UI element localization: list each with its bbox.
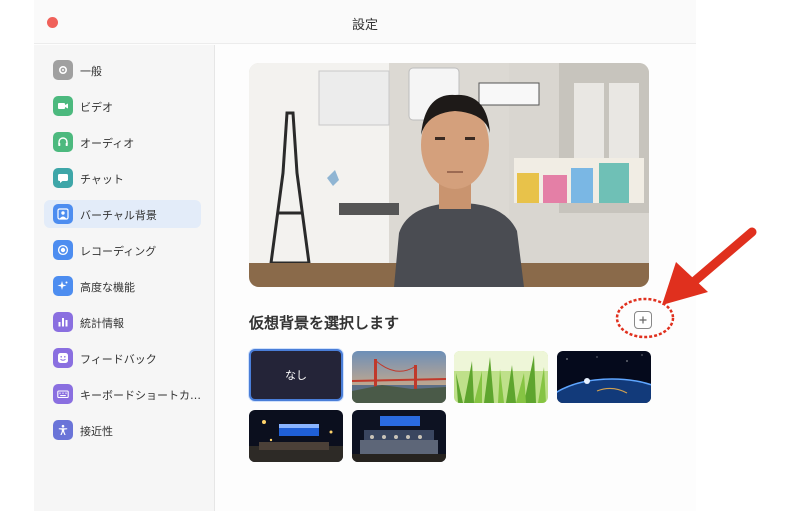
sidebar-item-advanced[interactable]: 高度な機能 bbox=[44, 272, 201, 300]
sidebar-item-virtual-background[interactable]: バーチャル背景 bbox=[44, 200, 201, 228]
video-camera-icon bbox=[53, 96, 73, 116]
sidebar-item-label: 一般 bbox=[80, 65, 102, 78]
sidebar-item-audio[interactable]: オーディオ bbox=[44, 128, 201, 156]
accessibility-icon bbox=[53, 420, 73, 440]
sidebar-item-video[interactable]: ビデオ bbox=[44, 92, 201, 120]
chat-bubble-icon bbox=[53, 168, 73, 188]
window-title: 設定 bbox=[351, 18, 378, 33]
person-background-icon bbox=[53, 204, 73, 224]
sidebar-item-statistics[interactable]: 統計情報 bbox=[44, 308, 201, 336]
sidebar-item-chat[interactable]: チャット bbox=[44, 164, 201, 192]
sidebar-item-keyboard-shortcuts[interactable]: キーボードショートカ… bbox=[44, 380, 201, 408]
sidebar-item-feedback[interactable]: フィードバック bbox=[44, 344, 201, 372]
title-bar: 設定 bbox=[34, 0, 696, 44]
headphones-icon bbox=[53, 132, 73, 152]
sidebar-item-label: ビデオ bbox=[80, 101, 113, 114]
main-panel: 仮想背景を選択します なし bbox=[216, 45, 696, 511]
background-option-earth[interactable] bbox=[557, 351, 651, 403]
sidebar-item-label: 高度な機能 bbox=[80, 281, 135, 294]
sidebar-item-general[interactable]: 一般 bbox=[44, 56, 201, 84]
choose-background-heading: 仮想背景を選択します bbox=[249, 314, 400, 332]
sidebar-item-label: チャット bbox=[80, 173, 124, 186]
sidebar-item-label: レコーディング bbox=[80, 245, 157, 258]
plus-square-icon bbox=[639, 316, 647, 324]
add-background-button[interactable] bbox=[634, 311, 652, 329]
background-option-grass[interactable] bbox=[454, 351, 548, 403]
sidebar-item-label: キーボードショートカ… bbox=[80, 389, 201, 402]
sidebar-item-label: 統計情報 bbox=[80, 317, 124, 330]
camera-preview bbox=[249, 63, 649, 287]
sidebar-item-label: 接近性 bbox=[80, 425, 113, 438]
settings-window: 設定 一般 ビデオ オーディオ チャット バーチャル背景 レコーディング 高度な… bbox=[34, 0, 696, 511]
keyboard-icon bbox=[53, 384, 73, 404]
background-option-night-event-1[interactable] bbox=[249, 410, 343, 462]
smiley-icon bbox=[53, 348, 73, 368]
sidebar-item-label: フィードバック bbox=[80, 353, 157, 366]
sidebar-item-accessibility[interactable]: 接近性 bbox=[44, 416, 201, 444]
sidebar-item-label: バーチャル背景 bbox=[80, 209, 157, 222]
sidebar-item-label: オーディオ bbox=[80, 137, 135, 150]
background-option-night-event-2[interactable] bbox=[352, 410, 446, 462]
record-icon bbox=[53, 240, 73, 260]
sparkle-icon bbox=[53, 276, 73, 296]
sidebar-item-recording[interactable]: レコーディング bbox=[44, 236, 201, 264]
sidebar: 一般 ビデオ オーディオ チャット バーチャル背景 レコーディング 高度な機能 … bbox=[34, 45, 215, 511]
background-option-label: なし bbox=[285, 369, 307, 382]
gear-icon bbox=[53, 60, 73, 80]
bar-chart-icon bbox=[53, 312, 73, 332]
background-option-golden-gate[interactable] bbox=[352, 351, 446, 403]
background-option-none[interactable]: なし bbox=[249, 349, 343, 401]
